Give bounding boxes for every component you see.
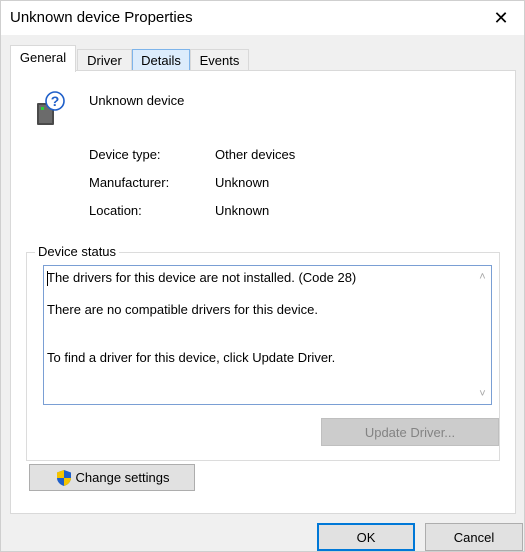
tab-general[interactable]: General — [10, 45, 76, 72]
close-icon: ✕ — [493, 7, 509, 28]
device-status-legend: Device status — [35, 244, 120, 259]
status-scrollbar[interactable]: ˄ ˅ — [474, 266, 491, 404]
uac-shield-icon — [56, 469, 71, 486]
location-value: Unknown — [215, 203, 270, 218]
location-label: Location: — [89, 203, 142, 218]
device-type-label: Device type: — [89, 147, 161, 162]
status-line-1: The drivers for this device are not inst… — [47, 270, 357, 285]
status-line-2: There are no compatible drivers for this… — [47, 302, 318, 317]
tab-details[interactable]: Details — [132, 49, 190, 71]
status-line-3: To find a driver for this device, click … — [47, 350, 336, 365]
unknown-device-icon: ? — [37, 91, 65, 125]
device-type-value: Other devices — [215, 147, 296, 162]
svg-text:?: ? — [51, 93, 60, 109]
title-bar[interactable]: Unknown device Properties ✕ — [1, 1, 524, 35]
tab-driver[interactable]: Driver — [77, 49, 132, 71]
device-status-group: Device status The drivers for this devic… — [26, 244, 500, 461]
manufacturer-value: Unknown — [215, 175, 270, 190]
device-name: Unknown device — [89, 93, 185, 108]
cancel-button[interactable]: Cancel — [425, 523, 523, 551]
scroll-down-icon[interactable]: ˅ — [474, 385, 491, 402]
window-title: Unknown device Properties — [10, 9, 193, 26]
properties-window: Unknown device Properties ✕ General Driv… — [0, 0, 525, 552]
close-button[interactable]: ✕ — [478, 1, 524, 35]
ok-button[interactable]: OK — [317, 523, 415, 551]
device-status-textbox[interactable]: The drivers for this device are not inst… — [43, 265, 492, 405]
change-settings-button[interactable]: Change settings — [29, 464, 195, 491]
scroll-up-icon[interactable]: ˄ — [474, 268, 491, 285]
tab-events[interactable]: Events — [190, 49, 249, 71]
change-settings-label: Change settings — [75, 470, 170, 485]
general-tab-panel: ? Unknown device Device type: Other devi… — [10, 70, 516, 514]
manufacturer-label: Manufacturer: — [89, 175, 170, 190]
update-driver-button[interactable]: Update Driver... — [321, 418, 499, 446]
